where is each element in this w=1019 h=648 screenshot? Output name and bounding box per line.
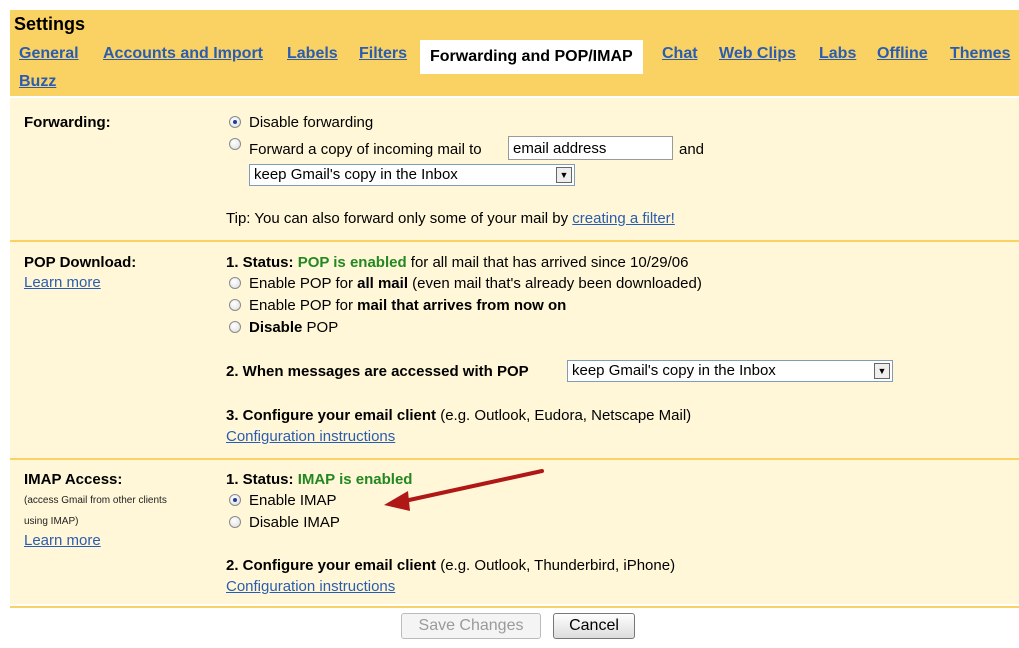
tab-labs[interactable]: Labs: [819, 45, 856, 63]
cancel-button[interactable]: Cancel: [553, 613, 635, 639]
page-title: Settings: [14, 14, 86, 34]
imap-note-line1: (access Gmail from other clients: [24, 495, 167, 506]
chevron-down-icon: ▼: [874, 363, 890, 379]
tab-web-clips[interactable]: Web Clips: [719, 45, 796, 63]
chevron-down-icon: ▼: [556, 167, 572, 183]
forward-copy-label: Forward a copy of incoming mail to: [249, 141, 482, 158]
forward-copy-select[interactable]: keep Gmail's copy in the Inbox ▼: [249, 164, 575, 186]
forward-and-label: and: [679, 141, 705, 158]
imap-configure-suffix: (e.g. Outlook, Thunderbird, iPhone): [436, 557, 676, 574]
tab-chat[interactable]: Chat: [662, 45, 698, 63]
settings-footer: Save Changes Cancel: [10, 606, 1019, 648]
imap-configure-text: 2. Configure your email client (e.g. Out…: [226, 557, 675, 574]
pop-status-suffix: for all mail that has arrived since 10/2…: [406, 254, 689, 271]
forwarding-tip-text: Tip: You can also forward only some of y…: [226, 210, 573, 227]
imap-config-instructions-link[interactable]: Configuration instructions: [226, 578, 395, 595]
pop-status-prefix: 1. Status:: [226, 254, 298, 271]
imap-note-line2: using IMAP): [24, 516, 79, 527]
pop-opt2-bold: mail that arrives from now on: [357, 297, 567, 314]
enable-imap-label: Enable IMAP: [249, 492, 337, 509]
pop-when-label: 2. When messages are accessed with POP: [226, 363, 529, 380]
enable-imap-radio[interactable]: [229, 494, 241, 506]
pop-from-now-label: Enable POP for mail that arrives from no…: [249, 297, 566, 314]
pop-configure-text: 3. Configure your email client (e.g. Out…: [226, 407, 691, 424]
tab-filters[interactable]: Filters: [359, 45, 407, 63]
pop-learn-more-link[interactable]: Learn more: [24, 274, 101, 291]
pop-when-select-value: keep Gmail's copy in the Inbox: [572, 362, 776, 379]
forward-copy-select-value: keep Gmail's copy in the Inbox: [254, 166, 458, 183]
tab-labels[interactable]: Labels: [287, 45, 338, 63]
imap-access-label: IMAP Access:: [24, 471, 123, 488]
save-changes-button[interactable]: Save Changes: [401, 613, 541, 639]
forwarding-label: Forwarding:: [24, 114, 111, 131]
pop-status: 1. Status: POP is enabled for all mail t…: [226, 254, 688, 271]
pop-status-value: POP is enabled: [297, 254, 407, 271]
forwarding-tip: Tip: You can also forward only some of y…: [226, 210, 675, 227]
imap-configure-bold: 2. Configure your email client: [226, 557, 437, 574]
tab-accounts-and-import[interactable]: Accounts and Import: [103, 45, 263, 63]
pop-opt3-bold: Disable: [249, 319, 303, 336]
imap-status-prefix: 1. Status:: [226, 471, 298, 488]
annotation-arrow-icon: [384, 469, 544, 511]
pop-opt1-prefix: Enable POP for: [249, 275, 358, 292]
creating-filter-link[interactable]: creating a filter!: [572, 210, 675, 227]
pop-configure-bold: 3. Configure your email client: [226, 407, 437, 424]
imap-learn-more-link[interactable]: Learn more: [24, 532, 101, 549]
pop-opt3-suffix: POP: [302, 319, 339, 336]
tab-general[interactable]: General: [19, 45, 79, 63]
forward-copy-radio[interactable]: [229, 138, 241, 150]
tab-buzz[interactable]: Buzz: [19, 73, 56, 91]
tab-offline[interactable]: Offline: [877, 45, 928, 63]
disable-forwarding-label: Disable forwarding: [249, 114, 374, 131]
pop-when-select[interactable]: keep Gmail's copy in the Inbox ▼: [567, 360, 893, 382]
settings-header: Settings General Accounts and Import Lab…: [10, 10, 1019, 96]
pop-download-label: POP Download:: [24, 254, 137, 271]
pop-config-instructions-link[interactable]: Configuration instructions: [226, 428, 395, 445]
settings-panel: Settings General Accounts and Import Lab…: [10, 10, 1019, 648]
pop-opt1-bold: all mail: [357, 275, 408, 292]
pop-disable-label: Disable POP: [249, 319, 338, 336]
pop-download-section: POP Download: Learn more 1. Status: POP …: [10, 242, 1019, 458]
pop-all-mail-label: Enable POP for all mail (even mail that'…: [249, 275, 702, 292]
pop-opt2-prefix: Enable POP for: [249, 297, 358, 314]
pop-configure-suffix: (e.g. Outlook, Eudora, Netscape Mail): [436, 407, 692, 424]
pop-opt1-suffix: (even mail that's already been downloade…: [407, 275, 702, 292]
pop-all-mail-radio[interactable]: [229, 277, 241, 289]
pop-from-now-radio[interactable]: [229, 299, 241, 311]
tab-themes[interactable]: Themes: [950, 45, 1010, 63]
disable-imap-radio[interactable]: [229, 516, 241, 528]
disable-forwarding-radio[interactable]: [229, 116, 241, 128]
tab-forwarding-pop-imap[interactable]: Forwarding and POP/IMAP: [420, 40, 643, 74]
disable-imap-label: Disable IMAP: [249, 514, 340, 531]
forwarding-section: Forwarding: Disable forwarding Forward a…: [10, 98, 1019, 240]
forward-email-input[interactable]: [508, 136, 673, 160]
pop-disable-radio[interactable]: [229, 321, 241, 333]
